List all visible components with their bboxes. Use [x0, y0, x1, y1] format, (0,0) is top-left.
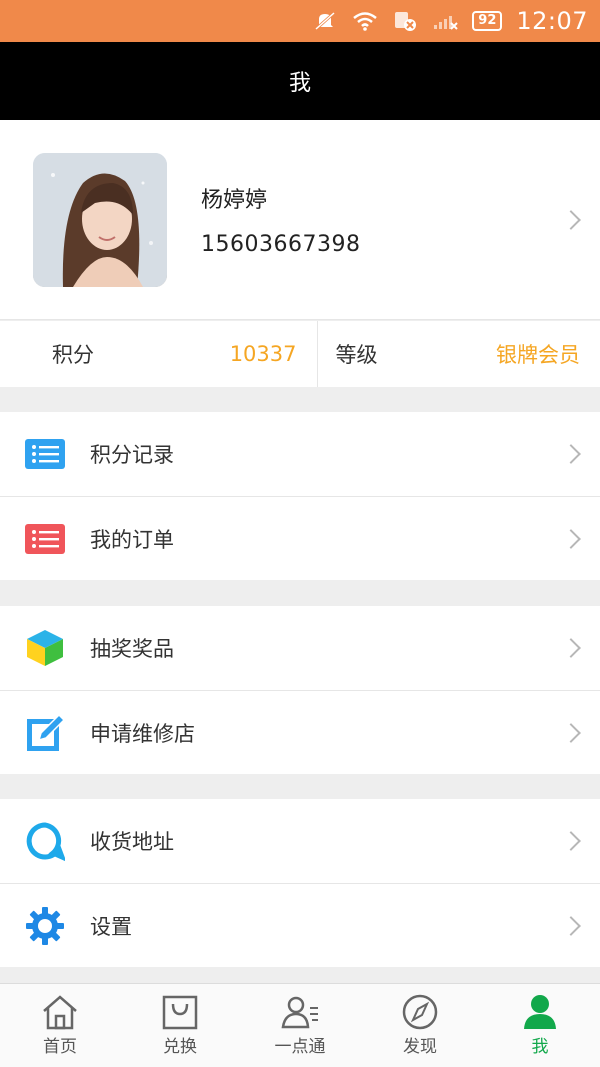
- chevron-right-icon: [561, 444, 581, 464]
- level-stat: 等级 银牌会员: [316, 321, 600, 387]
- menu-label: 积分记录: [90, 443, 174, 467]
- level-label: 等级: [335, 343, 378, 367]
- menu-item-apply-repair-shop[interactable]: 申请维修店: [0, 690, 600, 774]
- tab-label: 我: [531, 1037, 549, 1057]
- menu-item-lottery-prizes[interactable]: 抽奖奖品: [0, 606, 600, 690]
- menu-item-shipping-address[interactable]: 收货地址: [0, 799, 600, 883]
- list-red-icon: [24, 518, 66, 560]
- points-value: 10337: [229, 342, 297, 366]
- compass-icon: [402, 994, 438, 1030]
- chevron-right-icon: [561, 638, 581, 658]
- menu-label: 收货地址: [90, 830, 174, 854]
- tab-label: 兑换: [163, 1037, 197, 1057]
- tab-me[interactable]: 我: [480, 984, 600, 1067]
- cube-icon: [24, 627, 66, 669]
- menu-item-settings[interactable]: 设置: [0, 883, 600, 967]
- chevron-right-icon: [561, 723, 581, 743]
- chevron-right-icon: [561, 529, 581, 549]
- bottom-tab-bar: 首页 兑换 一点通 发现 我: [0, 983, 600, 1067]
- location-bubble-icon: [24, 820, 66, 862]
- sim-off-icon: [392, 10, 418, 32]
- bag-icon: [162, 995, 198, 1030]
- profile-card[interactable]: 杨婷婷 15603667398: [0, 120, 600, 320]
- contacts-icon: [281, 996, 318, 1029]
- menu-item-my-orders[interactable]: 我的订单: [0, 496, 600, 580]
- chevron-right-icon: [561, 210, 581, 230]
- menu-item-points-record[interactable]: 积分记录: [0, 412, 600, 496]
- user-phone: 15603667398: [201, 232, 361, 257]
- chevron-right-icon: [561, 831, 581, 851]
- edit-icon: [24, 712, 66, 754]
- status-bar: 92 12:07: [0, 0, 600, 42]
- tab-discover[interactable]: 发现: [360, 984, 480, 1067]
- battery-icon: 92: [472, 11, 503, 31]
- menu-group-records: 积分记录 我的订单: [0, 412, 600, 580]
- chevron-right-icon: [561, 916, 581, 936]
- wifi-icon: [352, 10, 378, 32]
- menu-label: 申请维修店: [90, 721, 195, 746]
- member-stats: 积分 10337 等级 银牌会员: [0, 321, 600, 387]
- home-icon: [43, 995, 77, 1030]
- level-value: 银牌会员: [496, 343, 580, 367]
- signal-icon: [432, 10, 459, 32]
- points-stat: 积分 10337: [0, 321, 317, 387]
- page-title: 我: [288, 71, 311, 96]
- menu-group-account: 收货地址 设置: [0, 799, 600, 967]
- user-name: 杨婷婷: [201, 188, 268, 213]
- user-icon: [524, 995, 556, 1029]
- tab-label: 首页: [43, 1037, 77, 1057]
- menu-group-services: 抽奖奖品 申请维修店: [0, 606, 600, 774]
- menu-label: 设置: [90, 914, 132, 939]
- tab-yidiantong[interactable]: 一点通: [240, 984, 360, 1067]
- gear-icon: [24, 905, 66, 947]
- tab-label: 一点通: [274, 1037, 326, 1057]
- mute-icon: [312, 10, 338, 32]
- avatar-photo: [33, 153, 167, 287]
- tab-home[interactable]: 首页: [0, 984, 120, 1067]
- list-blue-icon: [24, 433, 66, 475]
- points-label: 积分: [52, 343, 94, 367]
- menu-label: 我的订单: [90, 527, 174, 552]
- menu-label: 抽奖奖品: [90, 637, 174, 661]
- tab-exchange[interactable]: 兑换: [120, 984, 240, 1067]
- avatar[interactable]: [33, 153, 167, 287]
- title-bar: 我: [0, 42, 600, 120]
- status-time: 12:07: [516, 7, 588, 35]
- tab-label: 发现: [403, 1037, 437, 1057]
